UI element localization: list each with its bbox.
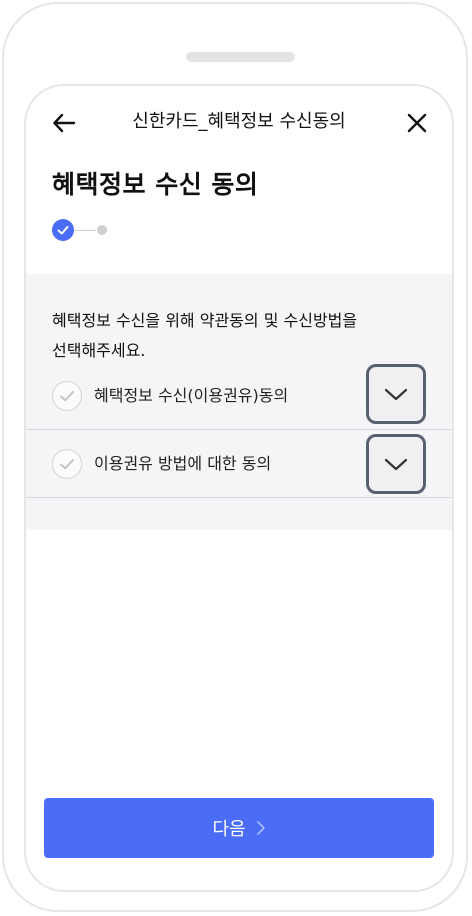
chevron-down-icon: [384, 388, 408, 401]
top-bar: 신한카드_혜택정보 수신동의: [26, 86, 452, 162]
intro-line-1: 혜택정보 수신을 위해 약관동의 및 수신방법을: [52, 311, 358, 330]
consent-item-benefit-info: 혜택정보 수신(이용권유)동의: [26, 362, 452, 430]
expand-button[interactable]: [366, 434, 426, 494]
consent-intro-text: 혜택정보 수신을 위해 약관동의 및 수신방법을 선택해주세요.: [52, 306, 432, 366]
next-button[interactable]: 다음: [44, 798, 434, 858]
expand-button[interactable]: [366, 364, 426, 424]
check-icon: [60, 391, 74, 402]
step-2-pending: [97, 225, 107, 235]
step-connector: [74, 230, 96, 231]
consent-checkbox[interactable]: [52, 381, 82, 411]
check-icon: [60, 459, 74, 470]
next-button-label: 다음: [212, 819, 246, 840]
header-title: 신한카드_혜택정보 수신동의: [132, 111, 346, 132]
consent-checkbox[interactable]: [52, 449, 82, 479]
consent-section: 혜택정보 수신을 위해 약관동의 및 수신방법을 선택해주세요. 혜택정보 수신…: [26, 274, 452, 530]
step-indicator: [52, 218, 112, 242]
check-icon: [57, 226, 69, 235]
close-icon[interactable]: [406, 112, 428, 134]
intro-line-2: 선택해주세요.: [52, 341, 146, 360]
consent-item-label[interactable]: 혜택정보 수신(이용권유)동의: [94, 382, 288, 410]
chevron-right-icon: [256, 820, 266, 836]
consent-item-label[interactable]: 이용권유 방법에 대한 동의: [94, 450, 271, 478]
chevron-down-icon: [384, 458, 408, 471]
phone-frame: 신한카드_혜택정보 수신동의 혜택정보 수신 동의 혜택정보 수신을 위해 약관…: [2, 2, 468, 912]
consent-item-solicitation-method: 이용권유 방법에 대한 동의: [26, 430, 452, 498]
back-arrow-icon[interactable]: [52, 112, 76, 134]
step-1-complete: [52, 219, 74, 241]
page-title: 혜택정보 수신 동의: [52, 170, 259, 199]
phone-speaker: [186, 52, 295, 62]
app-screen: 신한카드_혜택정보 수신동의 혜택정보 수신 동의 혜택정보 수신을 위해 약관…: [24, 84, 454, 892]
